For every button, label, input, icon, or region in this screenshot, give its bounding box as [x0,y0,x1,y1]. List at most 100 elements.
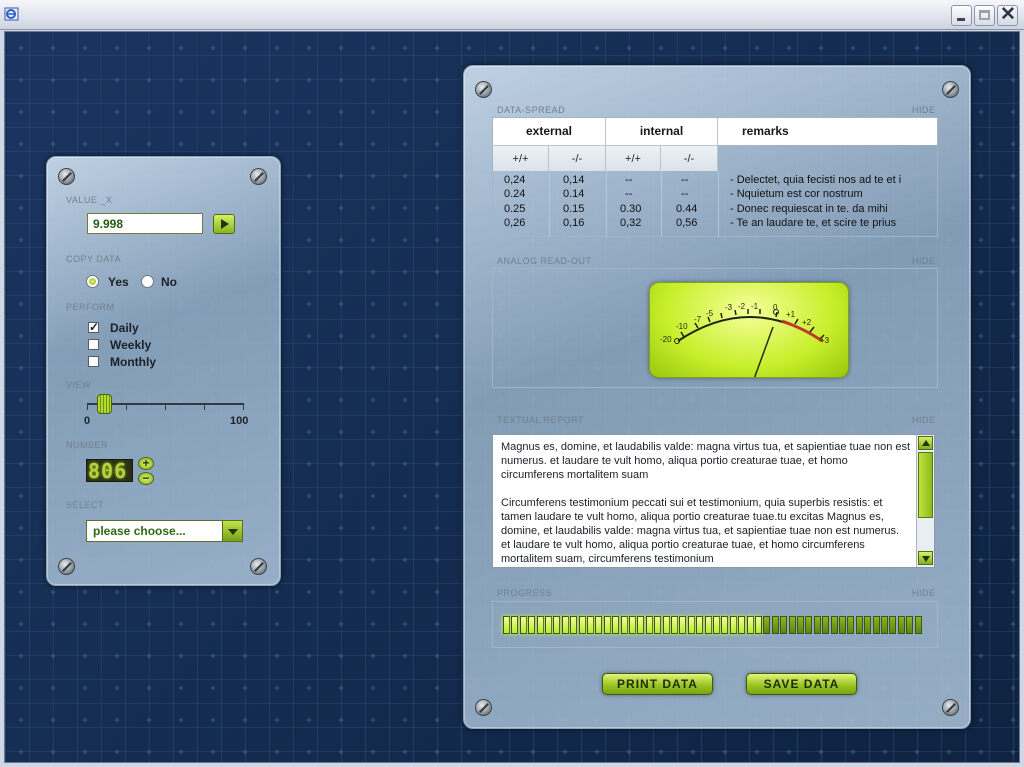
report-scrollbar[interactable] [916,435,934,567]
meter-label: +1 [786,310,796,319]
table-cell: -- [681,188,689,200]
progress-segment [906,616,914,634]
radio-yes-label: Yes [108,275,129,289]
progress-segment [595,616,603,634]
scroll-thumb[interactable] [918,452,933,518]
progress-segment [662,616,670,634]
analog-hide[interactable]: HIDE [912,256,936,266]
checkbox-monthly[interactable] [88,356,99,367]
app-icon [4,7,19,21]
decrement-button[interactable]: − [138,472,154,485]
subheader: +/+ [493,145,549,171]
perform-label: PERFORM [66,302,115,312]
divider [606,171,607,237]
table-cell: 0.14 [563,188,585,200]
view-slider-max: 100 [230,415,249,427]
progress-segment [679,616,687,634]
meter-label: -3 [725,303,733,312]
progress-segment [553,616,561,634]
table-cell: - Delectet, quia fecisti nos ad te et i [730,174,902,186]
table-cell: -- [681,174,689,186]
progress-bar [503,616,923,634]
table-cell: 0,32 [620,217,642,229]
view-slider-min: 0 [84,415,91,427]
progress-segment [561,616,569,634]
progress-segment [587,616,594,634]
print-data-button[interactable]: PRINT DATA [602,673,713,695]
progress-segment [889,616,897,634]
analog-frame: -20 -10 -7 -5 -3 -2 -1 0 +1 +2 +3 [492,268,938,388]
progress-segment [847,616,855,634]
checkbox-weekly[interactable] [88,339,99,350]
meter-label: +3 [820,336,830,345]
minimize-button[interactable] [951,5,972,26]
radio-no[interactable] [141,275,154,288]
table-cell: 0,24 [504,174,526,186]
table-cell: - Nquietum est cor nostrum [730,188,863,200]
progress-segment [645,616,653,634]
checkbox-daily[interactable] [88,320,99,334]
meter-label: -10 [676,322,688,331]
col-header-external: external [493,118,606,145]
close-button[interactable]: ✕ [997,4,1018,26]
choice-select[interactable]: please choose... [86,520,243,542]
progress-segment [914,616,922,634]
progress-segment [830,616,838,634]
number-display: 806 [86,459,133,482]
value-input[interactable]: 9.998 [87,213,203,234]
progress-segment [696,616,704,634]
checkbox-daily-label: Daily [110,321,139,335]
view-label: VIEW [66,380,92,390]
play-button[interactable] [213,214,235,234]
checkbox-monthly-label: Monthly [110,355,156,369]
checkbox-weekly-label: Weekly [110,338,152,352]
table-cell: -- [625,174,633,186]
copy-data-label: COPY DATA [66,254,122,264]
data-spread-table: external internal remarks +/+ -/- +/+ -/… [492,117,938,237]
progress-frame [492,601,938,648]
report-textarea[interactable]: Magnus es, domine, et laudabilis valde: … [492,434,935,568]
progress-segment [788,616,796,634]
divider [661,171,662,237]
table-cell: - Donec requiescat in te. da mihi [730,203,888,215]
chevron-down-icon[interactable] [222,521,242,541]
maximize-button[interactable] [974,5,995,26]
meter-label: -7 [694,315,702,324]
slider-tick [165,405,166,410]
radio-yes[interactable] [86,275,99,288]
meter-label: -1 [751,302,759,311]
progress-segment [805,616,813,634]
progress-hide[interactable]: HIDE [912,588,936,598]
progress-segment [839,616,846,634]
report-text: Magnus es, domine, et laudabilis valde: … [501,440,911,565]
maximize-icon [979,10,990,20]
progress-segment [612,616,620,634]
view-slider-thumb[interactable] [97,394,112,414]
progress-segment [704,616,712,634]
minimize-icon [957,18,965,21]
subheader: -/- [661,145,718,171]
table-cell: 0,16 [563,217,585,229]
meter-label: -20 [660,335,672,344]
divider [718,171,719,237]
meter-label: -5 [706,309,714,318]
progress-segment [864,616,872,634]
screw-icon [942,81,959,98]
scroll-up-button[interactable] [918,436,933,450]
meter-label: -2 [738,302,746,311]
table-cell: 0.30 [620,203,642,215]
table-cell: - Te an laudare te, et scire te prius [730,217,897,229]
progress-segment [528,616,536,634]
save-data-button[interactable]: SAVE DATA [746,673,857,695]
progress-segment [503,616,510,634]
progress-segment [721,616,729,634]
increment-button[interactable]: + [138,457,154,470]
progress-segment [637,616,645,634]
choice-select-value: please choose... [93,524,186,538]
vu-meter-scale: -20 -10 -7 -5 -3 -2 -1 0 +1 +2 +3 [660,302,830,377]
data-spread-hide[interactable]: HIDE [912,105,936,115]
table-cell: 0,26 [504,217,526,229]
scroll-down-button[interactable] [918,551,933,565]
report-hide[interactable]: HIDE [912,415,936,425]
progress-label: PROGRESS [497,588,553,598]
